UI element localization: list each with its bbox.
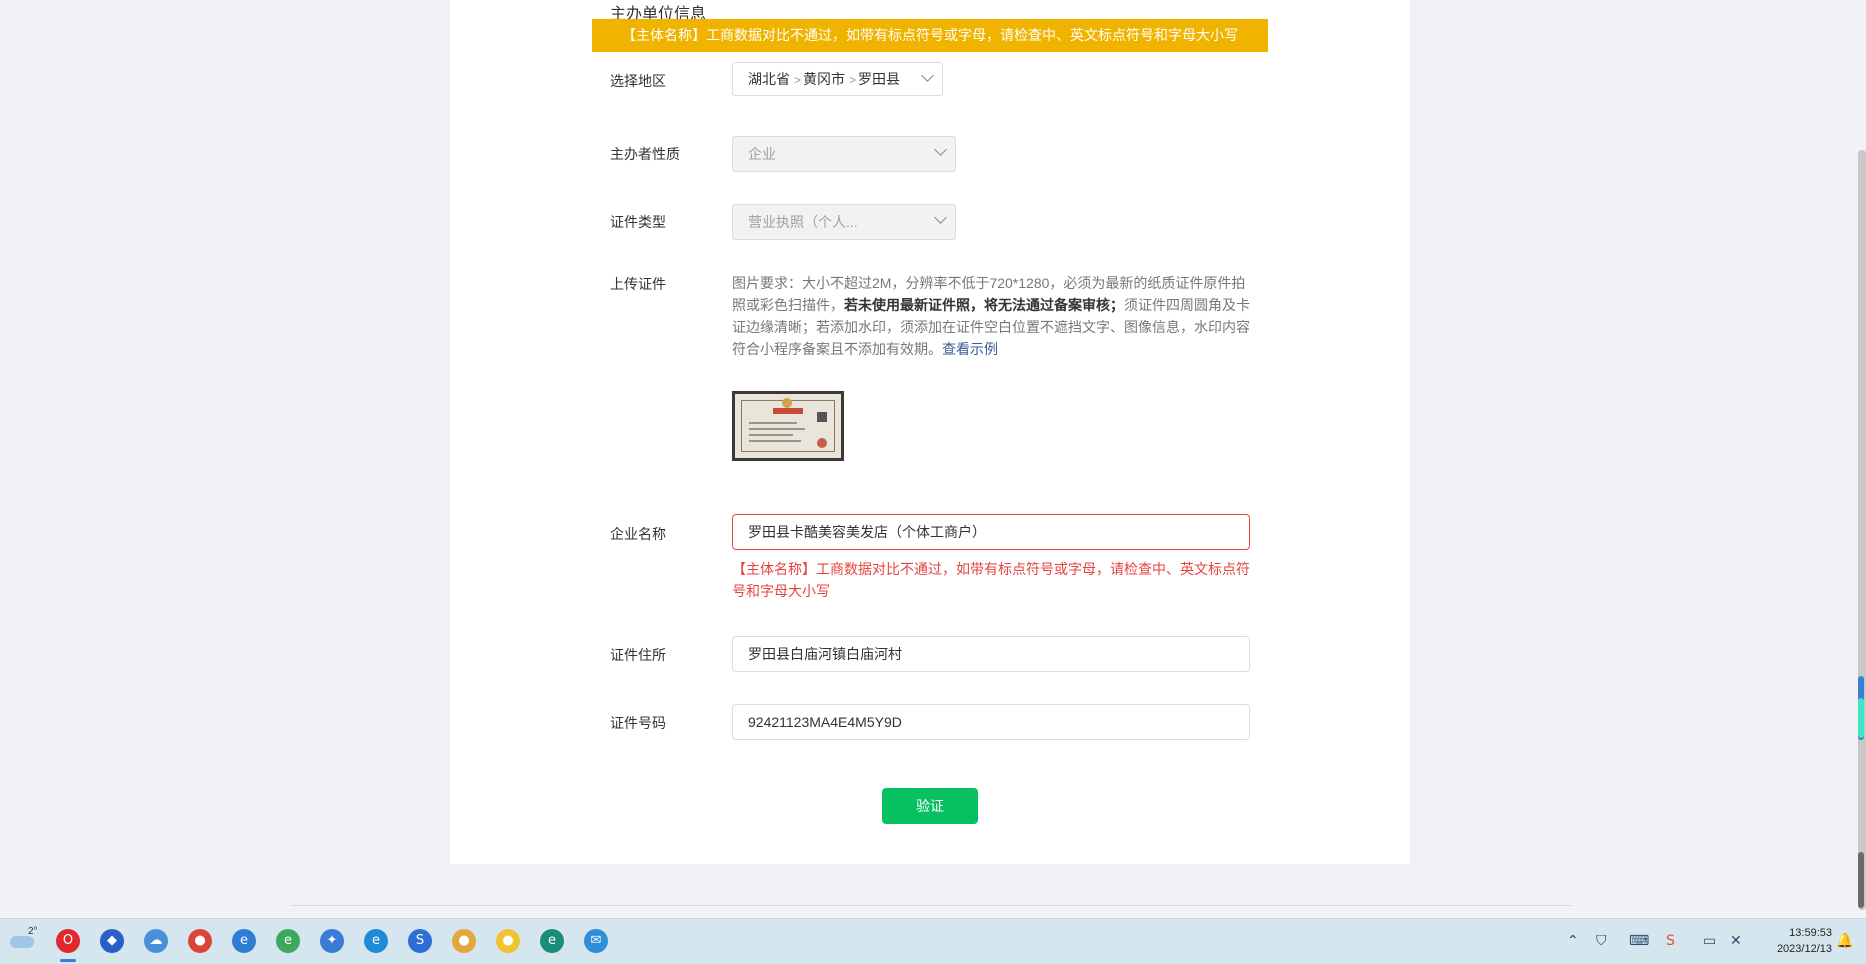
sogou-icon[interactable]: S	[408, 929, 432, 953]
input-method-icon[interactable]: S	[1666, 933, 1675, 949]
chrome-icon[interactable]: ●	[188, 929, 212, 953]
license-title-band	[773, 408, 803, 414]
license-qr-code	[817, 412, 827, 422]
license-emblem	[782, 398, 792, 408]
network-icon[interactable]: ✦	[320, 929, 344, 953]
side-meter-icon	[1858, 852, 1864, 908]
side-meter-level-icon	[1858, 698, 1864, 738]
chat-icon[interactable]: ✉	[584, 929, 608, 953]
region-county: 罗田县	[858, 71, 901, 87]
ie-green-icon[interactable]: e	[276, 929, 300, 953]
uploaded-license-thumbnail[interactable]	[732, 391, 844, 461]
volume-muted-icon[interactable]: ✕	[1730, 933, 1742, 949]
region-separator: >	[849, 73, 857, 87]
company-name-label: 企业名称	[610, 526, 666, 542]
error-toast: 【主体名称】工商数据对比不通过，如带有标点符号或字母，请检查中、英文标点符号和字…	[592, 19, 1268, 52]
chevron-down-icon	[921, 69, 934, 82]
weather-temperature: 2°	[28, 926, 38, 937]
cert-type-select[interactable]: 营业执照（个人...	[732, 204, 956, 240]
edge-icon[interactable]: e	[540, 929, 564, 953]
region-province: 湖北省	[748, 71, 790, 87]
clock-time: 13:59:53	[1789, 927, 1832, 939]
chevron-down-icon	[934, 143, 947, 156]
license-text-line	[749, 440, 801, 442]
company-name-input[interactable]: 罗田县卡酷美容美发店（个体工商户）	[732, 514, 1250, 550]
cert-number-label: 证件号码	[610, 715, 666, 731]
display-icon[interactable]: ▭	[1703, 933, 1716, 949]
cert-address-input[interactable]: 罗田县白庙河镇白庙河村	[732, 636, 1250, 672]
section-title: 主办单位信息	[610, 4, 707, 20]
chevron-up-icon[interactable]: ⌃	[1567, 933, 1579, 949]
taskbar: 2° O ◆ ☁ ● e e ✦ e S ● ● e ✉ ⌃ ⛉ ⌨ S ▭ ✕…	[0, 918, 1866, 964]
weather-widget[interactable]: 2°	[10, 926, 38, 952]
license-text-line	[749, 428, 805, 430]
cloud-icon	[10, 936, 34, 948]
clock-date: 2023/12/13	[1776, 943, 1832, 955]
region-separator: >	[794, 73, 802, 87]
license-image	[735, 394, 841, 458]
organizer-type-select[interactable]: 企业	[732, 136, 956, 172]
company-name-error: 【主体名称】工商数据对比不通过，如带有标点符号或字母，请检查中、英文标点符号和字…	[732, 561, 1250, 599]
active-app-indicator	[60, 959, 76, 962]
organizer-type-label: 主办者性质	[610, 146, 680, 162]
system-clock[interactable]: 13:59:53 2023/12/13	[1752, 925, 1832, 957]
cert-address-label: 证件住所	[610, 647, 666, 663]
keyboard-icon[interactable]: ⌨	[1629, 933, 1649, 949]
cert-type-value: 营业执照（个人...	[748, 214, 858, 230]
edge-dev-icon[interactable]: e	[232, 929, 256, 953]
chrome-canary-icon[interactable]: ●	[496, 929, 520, 953]
opera-icon[interactable]: O	[56, 929, 80, 953]
footer-divider	[290, 905, 1572, 906]
verify-button[interactable]: 验证	[882, 788, 978, 824]
notification-bell-icon[interactable]: 🔔	[1836, 933, 1853, 949]
license-text-line	[749, 422, 797, 424]
cert-number-input[interactable]: 92421123MA4E4M5Y9D	[732, 704, 1250, 740]
page-scrollbar[interactable]	[1858, 150, 1866, 910]
organizer-type-value: 企业	[748, 146, 776, 162]
shield-icon[interactable]: ⛉	[1596, 933, 1607, 949]
chevron-down-icon	[934, 211, 947, 224]
cloud-chat-icon[interactable]: ☁	[144, 929, 168, 953]
copilot-icon[interactable]: ◆	[100, 929, 124, 953]
upload-desc-warning: 若未使用最新证件照，将无法通过备案审核；	[844, 297, 1124, 313]
ie-icon[interactable]: e	[364, 929, 388, 953]
chrome-alt-icon[interactable]: ●	[452, 929, 476, 953]
license-stamp	[817, 438, 827, 448]
region-label: 选择地区	[610, 73, 666, 89]
view-example-link[interactable]: 查看示例	[942, 341, 998, 357]
region-city: 黄冈市	[803, 71, 846, 87]
upload-label: 上传证件	[610, 276, 666, 292]
region-select[interactable]: 湖北省 > 黄冈市 > 罗田县	[732, 62, 943, 96]
upload-requirements: 图片要求：大小不超过2M，分辨率不低于720*1280，必须为最新的纸质证件原件…	[732, 272, 1252, 360]
license-text-line	[749, 434, 793, 436]
cert-type-label: 证件类型	[610, 214, 666, 230]
